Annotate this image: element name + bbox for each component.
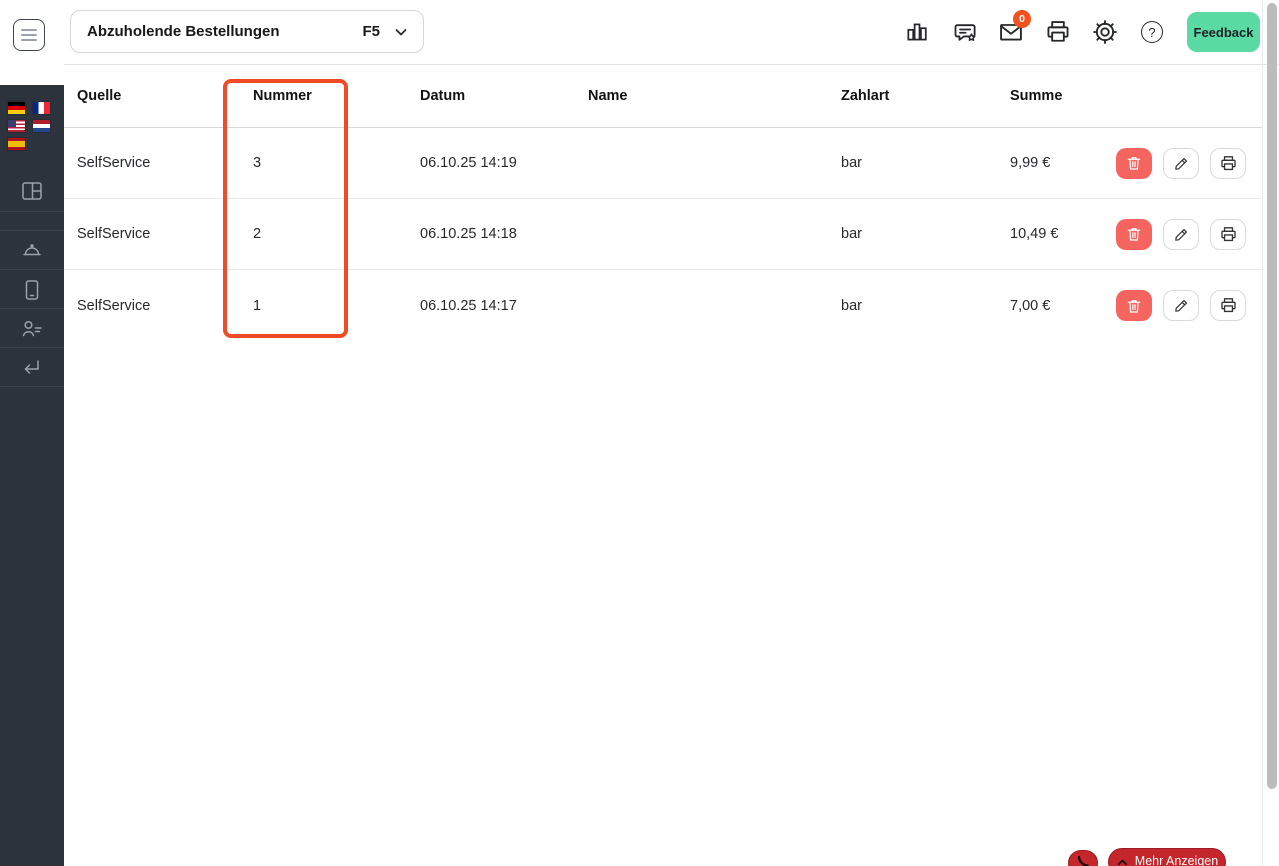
sidebar-separator xyxy=(0,211,64,212)
cell-quelle: SelfService xyxy=(77,155,151,171)
print-row-button[interactable] xyxy=(1210,290,1246,321)
pencil-icon xyxy=(1174,228,1187,241)
cell-nummer: 2 xyxy=(253,226,262,242)
review-comment-icon xyxy=(954,23,976,41)
show-more-button[interactable]: Mehr Anzeigen xyxy=(1108,848,1226,866)
help-button[interactable]: ? xyxy=(1137,17,1167,47)
row-actions xyxy=(1116,147,1262,179)
cell-summe: 10,49 € xyxy=(1010,226,1059,242)
trash-icon xyxy=(1127,157,1141,170)
cell-datum: 06.10.25 14:17 xyxy=(420,297,517,314)
cell-quelle: SelfService xyxy=(77,297,151,314)
sidebar-item-logout[interactable] xyxy=(12,348,52,387)
spanish-flag-icon[interactable] xyxy=(8,138,25,150)
edit-button[interactable] xyxy=(1163,218,1199,250)
column-header-summe[interactable]: Summe xyxy=(1010,88,1116,104)
help-icon: ? xyxy=(1141,21,1163,43)
cell-zahlart: bar xyxy=(841,297,862,314)
logout-arrow-icon xyxy=(24,359,39,374)
content-right-edge xyxy=(1262,0,1263,866)
delete-button[interactable] xyxy=(1116,218,1152,250)
cell-quelle: SelfService xyxy=(77,226,151,242)
vertical-scrollbar[interactable] xyxy=(1267,3,1277,789)
sidebar xyxy=(0,0,65,866)
phone-call-button[interactable] xyxy=(1068,850,1098,866)
menu-toggle-button[interactable] xyxy=(13,19,45,51)
mobile-device-icon xyxy=(25,279,39,300)
table-row: SelfService 3 06.10.25 14:19 bar 9,99 € xyxy=(64,128,1262,199)
topbar: Abzuholende Bestellungen F5 0 ? Feedback xyxy=(64,0,1279,65)
trash-icon xyxy=(1127,299,1141,313)
cell-nummer: 1 xyxy=(253,297,262,314)
french-flag-icon[interactable] xyxy=(33,102,50,114)
column-header-zahlart[interactable]: Zahlart xyxy=(841,88,1010,104)
dutch-flag-icon[interactable] xyxy=(33,120,50,132)
sidebar-item-gastronomy[interactable] xyxy=(12,231,52,270)
delete-button[interactable] xyxy=(1116,290,1152,321)
column-header-name[interactable]: Name xyxy=(588,88,841,104)
print-button[interactable] xyxy=(1043,17,1073,47)
view-selector-label: Abzuholende Bestellungen xyxy=(87,23,280,40)
edit-button[interactable] xyxy=(1163,290,1199,321)
bar-chart-icon xyxy=(907,23,927,41)
printer-icon xyxy=(1220,155,1236,170)
cell-nummer: 3 xyxy=(253,155,262,171)
customer-list-icon xyxy=(22,320,42,336)
cell-datum: 06.10.25 14:19 xyxy=(420,155,517,171)
row-actions xyxy=(1116,290,1262,321)
trash-icon xyxy=(1127,228,1141,241)
sidebar-item-mobile[interactable] xyxy=(12,270,52,309)
cloche-icon xyxy=(23,243,41,255)
chevron-down-icon xyxy=(395,28,407,35)
show-more-label: Mehr Anzeigen xyxy=(1134,854,1219,866)
pencil-icon xyxy=(1174,299,1187,312)
table-header: Quelle Nummer Datum Name Zahlart Summe xyxy=(64,65,1262,128)
main-content: Abzuholende Bestellungen F5 0 ? Feedback… xyxy=(64,0,1279,866)
row-actions xyxy=(1116,218,1262,250)
app-window: Abzuholende Bestellungen F5 0 ? Feedback… xyxy=(0,0,1279,866)
cell-zahlart: bar xyxy=(841,226,862,242)
sidebar-separator xyxy=(0,386,64,387)
column-header-quelle[interactable]: Quelle xyxy=(77,88,253,104)
column-header-datum[interactable]: Datum xyxy=(420,88,588,104)
table-row: SelfService 2 06.10.25 14:18 bar 10,49 € xyxy=(64,199,1262,270)
reviews-button[interactable] xyxy=(949,17,979,47)
printer-icon xyxy=(1220,226,1236,241)
us-flag-icon[interactable] xyxy=(8,120,25,132)
cell-summe: 7,00 € xyxy=(1010,297,1051,314)
print-row-button[interactable] xyxy=(1210,218,1246,250)
language-switcher xyxy=(8,102,50,150)
feedback-button[interactable]: Feedback xyxy=(1187,12,1260,52)
view-selector-shortcut: F5 xyxy=(362,23,380,40)
statistics-button[interactable] xyxy=(902,17,932,47)
sidebar-body xyxy=(0,85,64,866)
chevron-up-icon xyxy=(1117,859,1127,866)
tables-layout-icon xyxy=(22,181,42,200)
column-header-nummer[interactable]: Nummer xyxy=(253,88,420,104)
pencil-icon xyxy=(1174,157,1187,170)
printer-icon xyxy=(1220,298,1236,313)
settings-button[interactable] xyxy=(1090,17,1120,47)
phone-icon xyxy=(1077,855,1089,866)
cell-zahlart: bar xyxy=(841,155,862,171)
german-flag-icon[interactable] xyxy=(8,102,25,114)
printer-icon xyxy=(1047,21,1069,42)
gear-icon xyxy=(1093,20,1117,44)
sidebar-item-tables[interactable] xyxy=(12,171,52,210)
cell-summe: 9,99 € xyxy=(1010,155,1051,171)
edit-button[interactable] xyxy=(1163,147,1199,179)
cell-datum: 06.10.25 14:18 xyxy=(420,226,517,242)
print-row-button[interactable] xyxy=(1210,147,1246,179)
view-selector-dropdown[interactable]: Abzuholende Bestellungen F5 xyxy=(70,10,424,53)
delete-button[interactable] xyxy=(1116,147,1152,179)
table-row: SelfService 1 06.10.25 14:17 bar 7,00 € xyxy=(64,270,1262,341)
mail-badge: 0 xyxy=(1013,10,1031,28)
hamburger-icon xyxy=(21,28,37,31)
sidebar-item-customers[interactable] xyxy=(12,309,52,348)
sidebar-top xyxy=(0,0,64,85)
